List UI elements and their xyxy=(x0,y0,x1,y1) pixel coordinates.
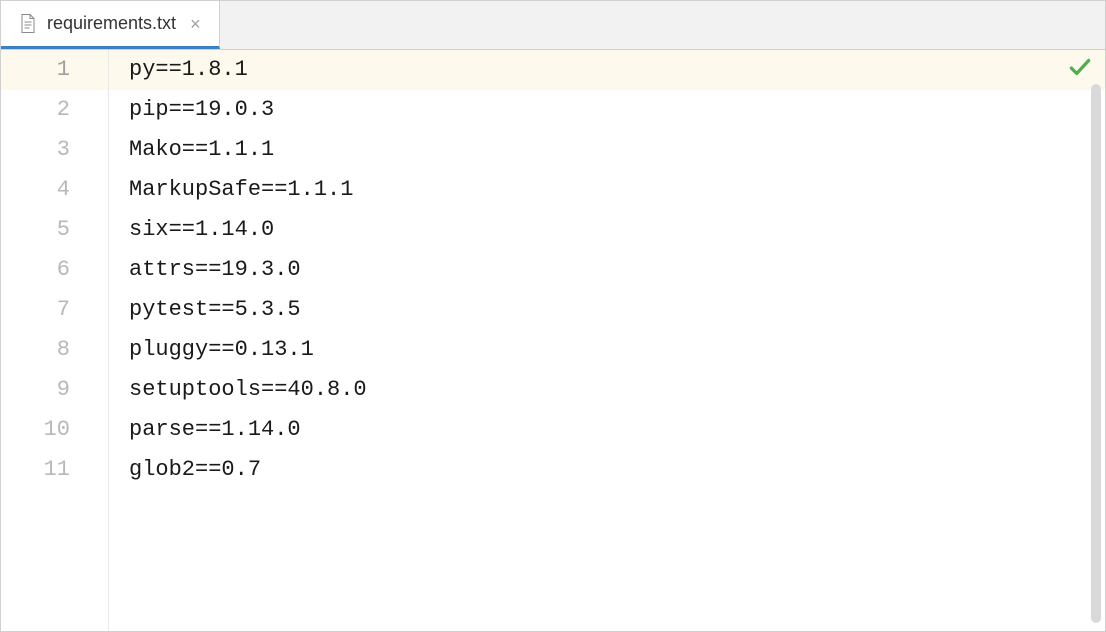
tab-bar: requirements.txt × xyxy=(1,1,1105,50)
code-line[interactable]: glob2==0.7 xyxy=(109,450,1105,490)
line-number[interactable]: 7 xyxy=(1,290,108,330)
code-line[interactable]: attrs==19.3.0 xyxy=(109,250,1105,290)
scrollbar-thumb[interactable] xyxy=(1091,84,1101,623)
code-line[interactable]: setuptools==40.8.0 xyxy=(109,370,1105,410)
line-number[interactable]: 3 xyxy=(1,130,108,170)
code-line[interactable]: parse==1.14.0 xyxy=(109,410,1105,450)
line-number[interactable]: 4 xyxy=(1,170,108,210)
code-line[interactable]: pluggy==0.13.1 xyxy=(109,330,1105,370)
code-area[interactable]: py==1.8.1 pip==19.0.3 Mako==1.1.1 Markup… xyxy=(109,50,1105,631)
editor-container: requirements.txt × 1 2 3 4 5 6 7 8 9 10 … xyxy=(0,0,1106,632)
scrollbar[interactable] xyxy=(1091,84,1101,623)
line-number[interactable]: 11 xyxy=(1,450,108,490)
code-line[interactable]: pytest==5.3.5 xyxy=(109,290,1105,330)
editor-body: 1 2 3 4 5 6 7 8 9 10 11 py==1.8.1 pip==1… xyxy=(1,50,1105,631)
code-line[interactable]: py==1.8.1 xyxy=(109,50,1105,90)
line-number[interactable]: 6 xyxy=(1,250,108,290)
tab-label: requirements.txt xyxy=(47,13,176,34)
line-number[interactable]: 8 xyxy=(1,330,108,370)
code-line[interactable]: MarkupSafe==1.1.1 xyxy=(109,170,1105,210)
code-line[interactable]: six==1.14.0 xyxy=(109,210,1105,250)
line-number[interactable]: 1 xyxy=(1,50,108,90)
line-number[interactable]: 9 xyxy=(1,370,108,410)
line-number[interactable]: 10 xyxy=(1,410,108,450)
code-line[interactable]: Mako==1.1.1 xyxy=(109,130,1105,170)
line-number[interactable]: 5 xyxy=(1,210,108,250)
line-number[interactable]: 2 xyxy=(1,90,108,130)
text-file-icon xyxy=(19,14,37,34)
checkmark-icon[interactable] xyxy=(1067,54,1093,87)
tab-requirements[interactable]: requirements.txt × xyxy=(1,1,220,49)
close-icon[interactable]: × xyxy=(186,15,205,33)
code-line[interactable]: pip==19.0.3 xyxy=(109,90,1105,130)
gutter: 1 2 3 4 5 6 7 8 9 10 11 xyxy=(1,50,109,631)
